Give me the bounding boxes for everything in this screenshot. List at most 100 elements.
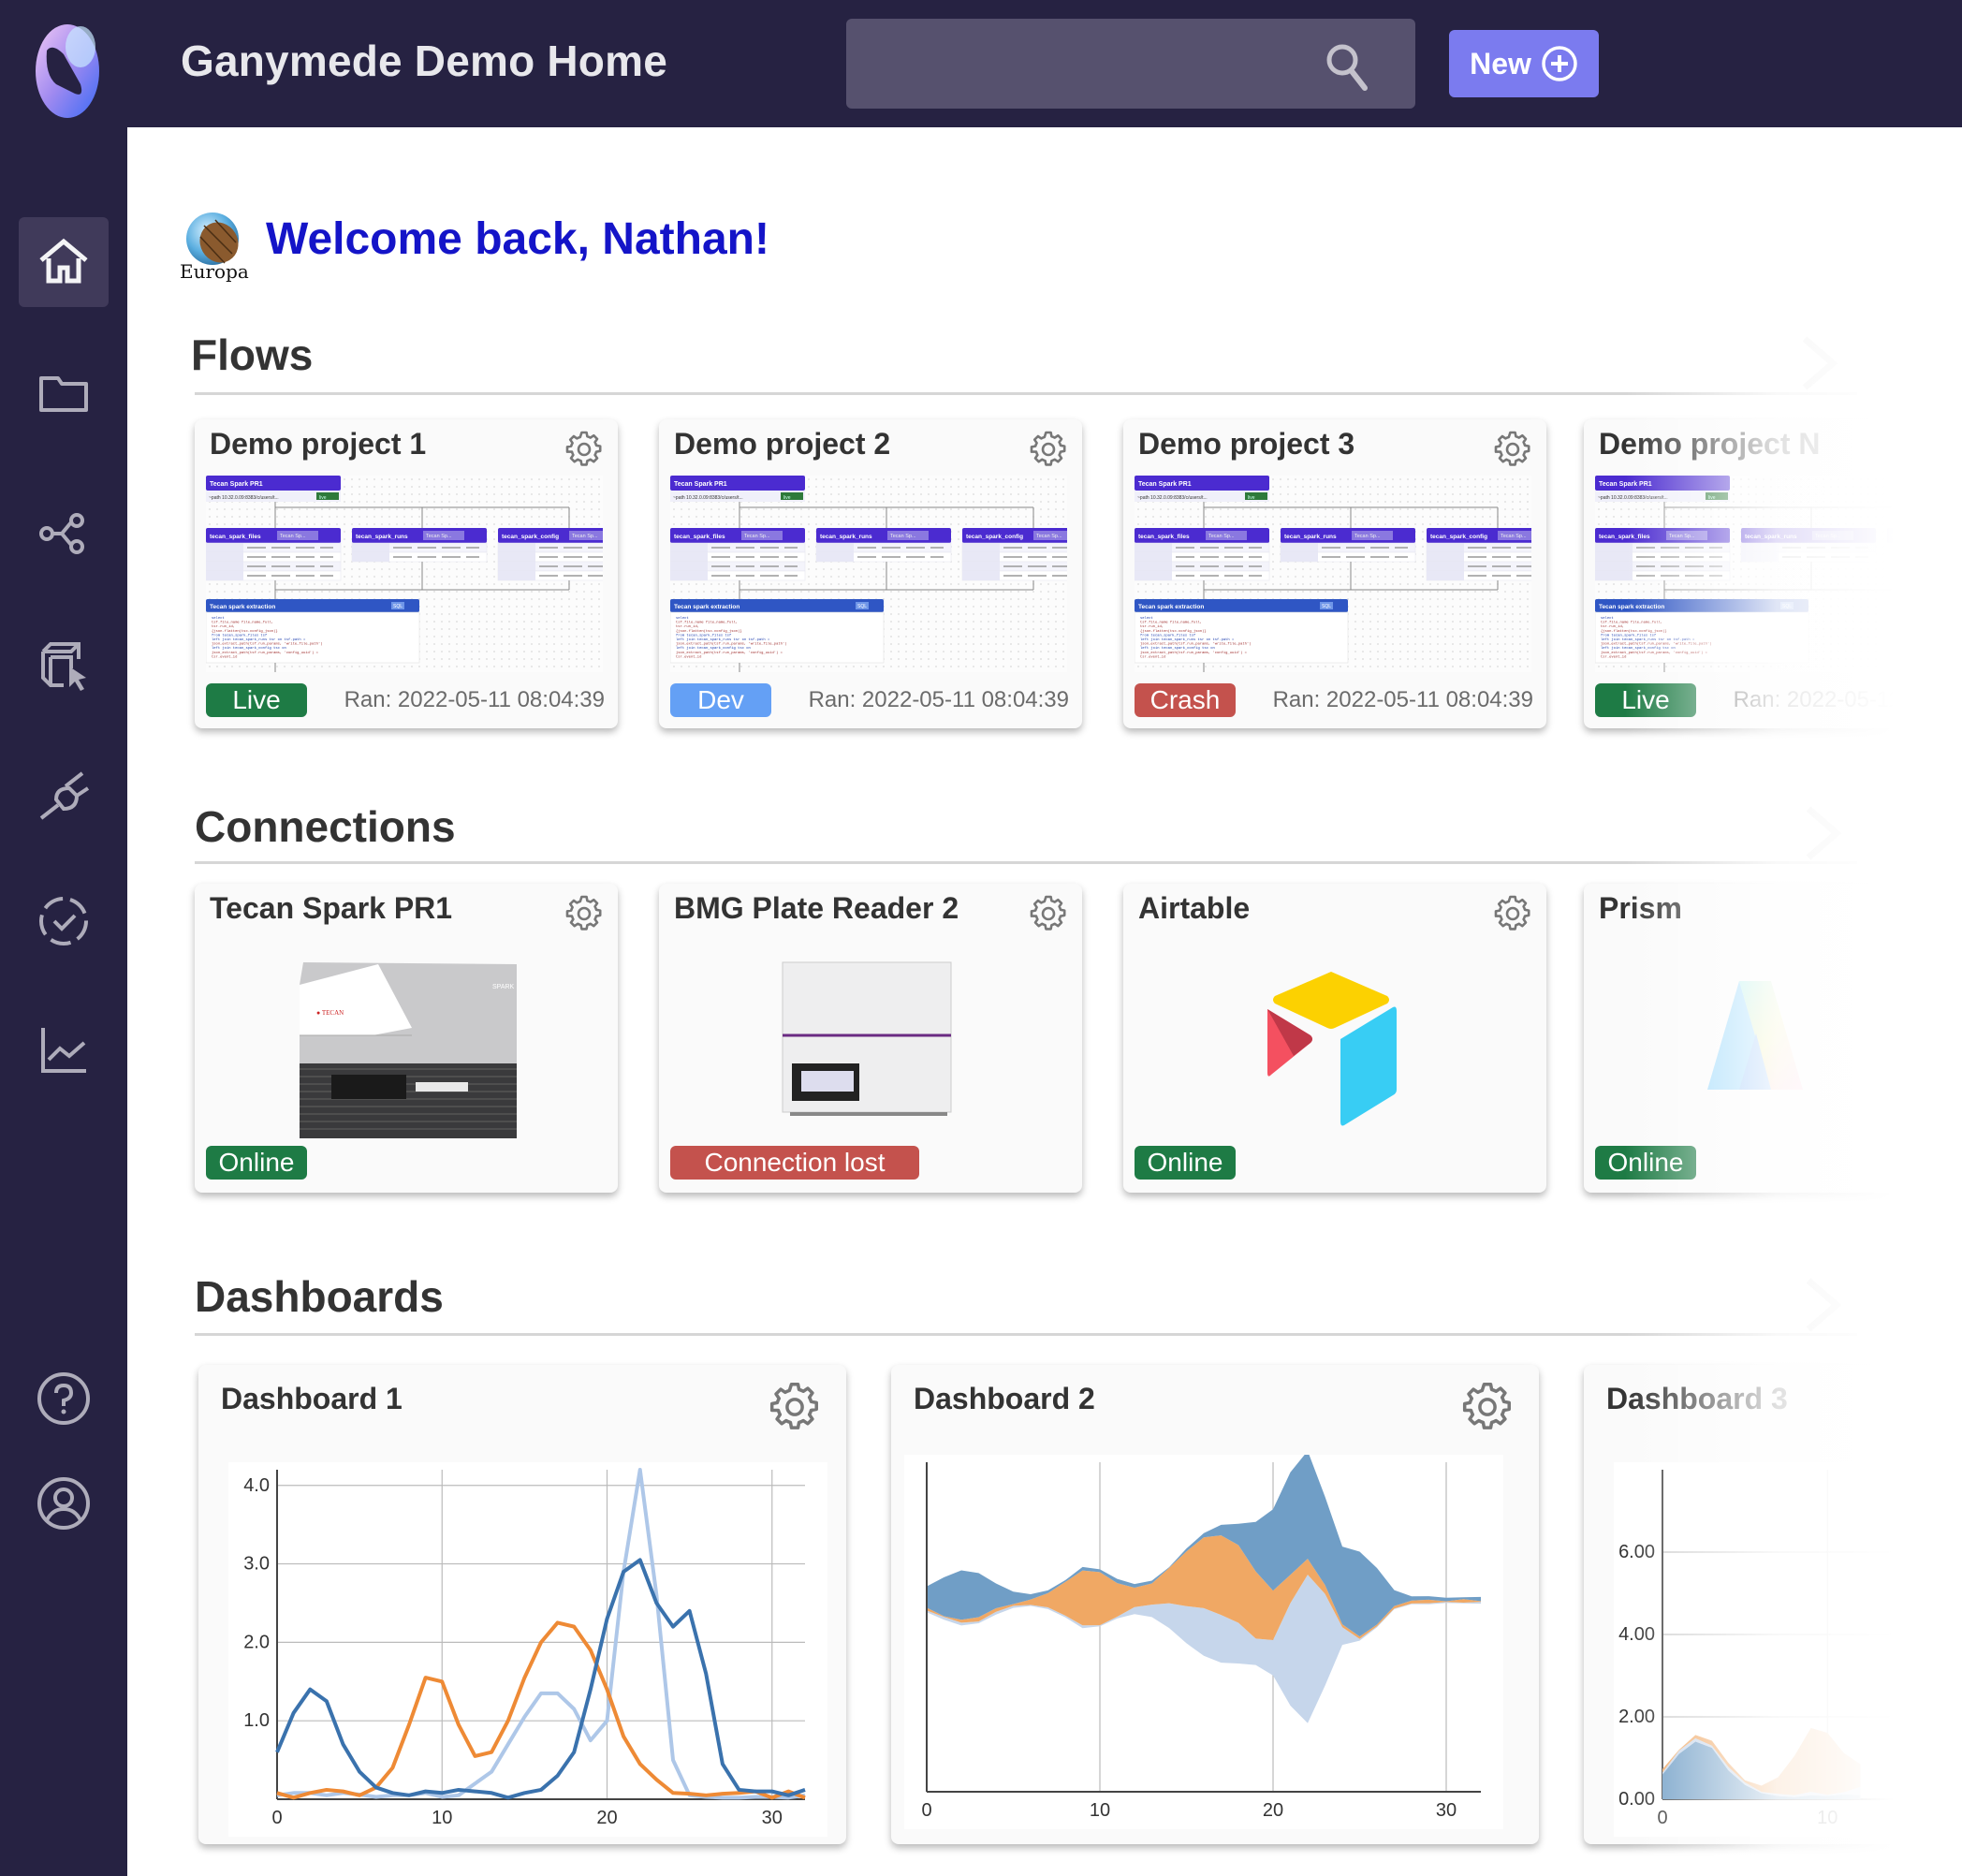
new-button-label: New	[1470, 46, 1531, 81]
dashboard-card[interactable]: Dashboard 1 1.0 2.0 3.0 4.0 0 10 20 30	[198, 1365, 846, 1844]
connections-see-all-chevron-icon[interactable]	[1801, 801, 1848, 867]
flow-card[interactable]: Demo project 2 Tecan Spark PR1 ~path 10.32…	[659, 419, 1082, 728]
flow-node-title: tecan_spark_files	[1599, 534, 1650, 540]
connection-card[interactable]: Airtable Online	[1123, 884, 1546, 1193]
airtable-logo	[1267, 972, 1397, 1126]
flow-settings-gear-icon[interactable]	[1494, 431, 1531, 468]
dashboards-section-title[interactable]: Dashboards	[195, 1271, 444, 1322]
avatar-label: Europa	[180, 260, 249, 283]
sql-code-line: tsr.run_id,	[1140, 624, 1164, 629]
sidebar-item-flows[interactable]	[19, 489, 109, 579]
flow-card-title[interactable]: Demo project N	[1599, 427, 1820, 462]
flow-node-table: tecan_spark_runs Tecan Sp...	[1740, 528, 1877, 563]
flow-node-source: Tecan Spark PR1 ~path 10.32.0.09:8383/c/u…	[206, 476, 341, 502]
flow-card[interactable]: Demo project 3 Tecan Spark PR1 ~path 10.32…	[1123, 419, 1546, 728]
search-icon[interactable]	[1322, 39, 1374, 92]
flow-node-title: Tecan spark extraction	[1138, 604, 1204, 610]
flow-node-title: tecan_spark_runs	[356, 534, 408, 540]
dashboard-card[interactable]: Dashboard 2 0 10 20 30	[891, 1365, 1539, 1844]
connection-card-title[interactable]: BMG Plate Reader 2	[674, 891, 959, 926]
sidebar-item-files[interactable]	[19, 348, 109, 438]
dashboard-card-title[interactable]: Dashboard 2	[914, 1382, 1095, 1416]
flow-node-title: tecan_spark_files	[1138, 534, 1190, 540]
sql-code-line: left join tecan_spark_config tsc on	[212, 646, 286, 651]
x-tick-label: 10	[1817, 1808, 1838, 1828]
x-tick-label: 30	[1436, 1800, 1457, 1821]
flow-card[interactable]: Demo project 1 Tecan Spark PR1 ~path 10.32…	[195, 419, 618, 728]
flow-node-table: tecan_spark_runs Tecan Sp...	[1280, 528, 1416, 563]
flow-node-path: ~path 10.32.0.09:8383/c/users/t...	[209, 495, 279, 501]
flow-card-title[interactable]: Demo project 1	[210, 427, 426, 462]
flow-node-tag: SQL	[857, 604, 867, 609]
sql-code-line: tsr.event_id	[1601, 654, 1626, 659]
connection-card[interactable]: Prism Online	[1584, 884, 1962, 1193]
flow-node-title: Tecan Spark PR1	[1138, 481, 1192, 488]
connection-card-title[interactable]: Prism	[1599, 891, 1682, 926]
flow-card[interactable]: Demo project N Tecan Spark PR1 ~path 10.32…	[1584, 419, 1962, 728]
flow-status-badge: Live	[1595, 683, 1696, 717]
sidebar-item-account[interactable]	[19, 1458, 109, 1548]
sql-code-line: left join tecan_spark_config tsc on	[1601, 646, 1676, 651]
flows-section-title[interactable]: Flows	[191, 330, 313, 380]
main-content: Europa Welcome back, Nathan! Flows Demo …	[127, 127, 1962, 1876]
flow-card-title[interactable]: Demo project 3	[1138, 427, 1354, 462]
flow-diagram-preview[interactable]: Tecan Spark PR1 ~path 10.32.0.09:8383/c/u…	[1595, 476, 1962, 672]
dashboard-chart[interactable]: 0 10 20 30	[904, 1455, 1503, 1829]
connection-card-title[interactable]: Airtable	[1138, 891, 1250, 926]
flow-node-table: tecan_spark_files Tecan Sp...	[670, 528, 806, 581]
folder-icon	[39, 376, 88, 412]
sidebar-item-connections[interactable]	[19, 751, 109, 841]
flow-settings-gear-icon[interactable]	[1030, 431, 1067, 468]
home-icon	[39, 238, 88, 284]
sidebar-item-help[interactable]	[19, 1354, 109, 1444]
connection-card[interactable]: Tecan Spark PR1 ● TECAN SPARK Online	[195, 884, 618, 1193]
sql-code-line: json_extract_path(tsf.run_params, 'confi…	[1601, 651, 1708, 655]
sql-code-line: tsf.file_name file_name_full,	[212, 621, 273, 625]
sql-code-line: tsr.run_id,	[212, 624, 235, 629]
dashboards-see-all-chevron-icon[interactable]	[1801, 1273, 1848, 1339]
dashboard-chart[interactable]: 0.00 2.00 4.00 6.00 0 10	[1614, 1462, 1962, 1837]
dashboard-settings-gear-icon[interactable]	[1462, 1382, 1513, 1432]
y-tick-label: 2.00	[1618, 1707, 1655, 1727]
sidebar-item-runs[interactable]	[19, 876, 109, 966]
search-input[interactable]	[846, 19, 1415, 109]
connection-settings-gear-icon[interactable]	[1494, 895, 1531, 932]
welcome-heading: Welcome back, Nathan!	[266, 214, 769, 264]
dashboard-chart[interactable]: 1.0 2.0 3.0 4.0 0 10 20 30	[228, 1462, 827, 1837]
connection-settings-gear-icon[interactable]	[565, 895, 603, 932]
bmg-plate-reader-instrument	[782, 961, 952, 1116]
y-tick-label: 2.0	[243, 1632, 270, 1652]
y-tick-label: 0.00	[1618, 1789, 1655, 1810]
dashboard-card-title[interactable]: Dashboard 3	[1606, 1382, 1788, 1416]
sql-code-line: from tecan_spark_files tsf	[1601, 633, 1657, 638]
sidebar-item-home[interactable]	[19, 217, 109, 307]
flow-node-title: tecan_spark_runs	[1284, 534, 1337, 540]
flow-node-table: tecan_spark_config Tecan Sp...	[497, 528, 603, 581]
flow-diagram-preview[interactable]: Tecan Spark PR1 ~path 10.32.0.09:8383/c/u…	[1135, 476, 1531, 672]
flow-diagram-preview[interactable]: Tecan Spark PR1 ~path 10.32.0.09:8383/c/u…	[670, 476, 1067, 672]
sql-code-line: {json.flatten(tsc.config_json)}	[1601, 629, 1667, 634]
flow-node-title: Tecan Spark PR1	[674, 481, 727, 488]
connection-status-badge: Online	[1595, 1146, 1696, 1180]
connections-section-title[interactable]: Connections	[195, 801, 456, 852]
flow-settings-gear-icon[interactable]	[1955, 431, 1962, 468]
sidebar-item-dashboards[interactable]	[19, 1005, 109, 1095]
dashboard-settings-gear-icon[interactable]	[769, 1382, 820, 1432]
dashboard-card[interactable]: Dashboard 3 0.00 2.00 4.00 6.00 0 10	[1584, 1365, 1962, 1844]
new-button[interactable]: New	[1449, 30, 1599, 97]
flow-settings-gear-icon[interactable]	[565, 431, 603, 468]
flows-see-all-chevron-icon[interactable]	[1797, 331, 1844, 397]
flow-diagram-preview[interactable]: Tecan Spark PR1 ~path 10.32.0.09:8383/c/u…	[206, 476, 603, 672]
flow-node-tag: SQL	[393, 604, 403, 609]
connection-settings-gear-icon[interactable]	[1030, 895, 1067, 932]
ganymede-logo[interactable]	[19, 22, 116, 120]
x-tick-label: 30	[762, 1808, 783, 1828]
sidebar-item-apps[interactable]	[19, 620, 109, 710]
flow-node-tag: Tecan Sp...	[1669, 534, 1695, 539]
connection-card[interactable]: BMG Plate Reader 2 Connection lost	[659, 884, 1082, 1193]
connection-status-badge: Online	[206, 1146, 307, 1180]
flow-node-status: live	[1708, 495, 1716, 501]
connection-card-title[interactable]: Tecan Spark PR1	[210, 891, 452, 926]
dashboard-card-title[interactable]: Dashboard 1	[221, 1382, 403, 1416]
flow-card-title[interactable]: Demo project 2	[674, 427, 890, 462]
